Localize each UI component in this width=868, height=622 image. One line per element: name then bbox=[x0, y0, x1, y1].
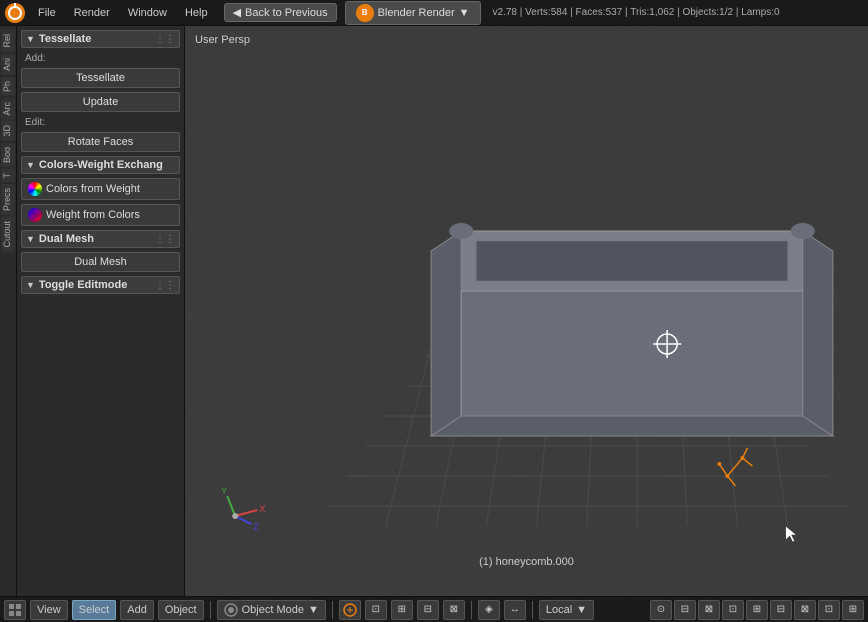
colors-weight-title: Colors-Weight Exchang bbox=[39, 159, 175, 171]
svg-text:X: X bbox=[259, 504, 265, 514]
sidebar-tab-cutout[interactable]: Cutout bbox=[1, 217, 15, 252]
back-to-previous-button[interactable]: ◀ Back to Previous bbox=[224, 3, 337, 22]
colors-weight-collapse-icon: ▼ bbox=[26, 160, 35, 170]
menu-render[interactable]: Render bbox=[66, 5, 118, 21]
blender-logo bbox=[4, 2, 26, 24]
render-engine-dropdown[interactable]: B Blender Render ▼ bbox=[345, 1, 481, 25]
grid-icon bbox=[8, 603, 22, 617]
header-icon-button[interactable] bbox=[4, 600, 26, 620]
overlay-btn-2[interactable]: ⊟ bbox=[674, 600, 696, 620]
tessellate-options-icon: ⋮⋮ bbox=[155, 34, 175, 45]
sidebar-tab-boo[interactable]: Boo bbox=[1, 143, 15, 167]
mode-dropdown[interactable]: Object Mode ▼ bbox=[217, 600, 326, 620]
select-menu-button[interactable]: Select bbox=[72, 600, 117, 620]
svg-text:Z: Z bbox=[253, 522, 259, 532]
colors-weight-section-header[interactable]: ▼ Colors-Weight Exchang bbox=[21, 156, 180, 174]
back-icon: ◀ bbox=[233, 6, 241, 19]
svg-text:Y: Y bbox=[221, 486, 227, 496]
separator-3 bbox=[471, 601, 472, 619]
sidebar-tab-ph[interactable]: Ph bbox=[1, 77, 15, 96]
transform-orient-btn[interactable]: ↔ bbox=[504, 600, 526, 620]
main-area: Rel Ani Ph Arc 3D Boo T Precs Cutout ▼ T… bbox=[0, 26, 868, 596]
pivot-point-btn[interactable]: ◈ bbox=[478, 600, 500, 620]
viewport-shading-wire[interactable]: ⊞ bbox=[391, 600, 413, 620]
overlay-btn-4[interactable]: ⊡ bbox=[722, 600, 744, 620]
viewport-shading-textured[interactable]: ⊠ bbox=[443, 600, 465, 620]
dual-mesh-title: Dual Mesh bbox=[39, 233, 151, 245]
viewport-svg: X Y Z bbox=[185, 26, 868, 596]
menu-window[interactable]: Window bbox=[120, 5, 175, 21]
colors-from-weight-button[interactable]: Colors from Weight bbox=[21, 178, 180, 200]
sidebar-tab-ani[interactable]: Ani bbox=[1, 54, 15, 75]
viewport-shading-solid[interactable]: ⊟ bbox=[417, 600, 439, 620]
mode-icon bbox=[224, 603, 238, 617]
sidebar-tab-rel[interactable]: Rel bbox=[1, 30, 15, 52]
toggle-editmode-title: Toggle Editmode bbox=[39, 279, 151, 291]
colors-from-weight-icon bbox=[28, 182, 42, 196]
mode-arrow: ▼ bbox=[308, 604, 319, 616]
blender-engine-icon: B bbox=[356, 4, 374, 22]
update-button[interactable]: Update bbox=[21, 92, 180, 112]
weight-from-colors-icon bbox=[28, 208, 42, 222]
overlay-btn-1[interactable]: ⊙ bbox=[650, 600, 672, 620]
render-icon bbox=[343, 603, 357, 617]
dual-mesh-button[interactable]: Dual Mesh bbox=[21, 252, 180, 272]
bottom-bar: View Select Add Object Object Mode ▼ ⊡ ⊞… bbox=[0, 596, 868, 622]
layer-dropdown[interactable]: Local ▼ bbox=[539, 600, 594, 620]
tessellate-collapse-icon: ▼ bbox=[26, 34, 35, 44]
tessellate-title: Tessellate bbox=[39, 33, 151, 45]
weight-from-colors-label: Weight from Colors bbox=[46, 209, 140, 221]
render-engine-label: Blender Render bbox=[378, 7, 455, 19]
separator-1 bbox=[210, 601, 211, 619]
sidebar-tab-precs[interactable]: Precs bbox=[1, 184, 15, 215]
layer-arrow: ▼ bbox=[576, 604, 587, 616]
dual-mesh-collapse-icon: ▼ bbox=[26, 234, 35, 244]
add-label: Add: bbox=[21, 52, 180, 65]
render-engine-arrow: ▼ bbox=[459, 7, 470, 19]
dual-mesh-options-icon: ⋮⋮ bbox=[155, 234, 175, 245]
overlay-btn-7[interactable]: ⊠ bbox=[794, 600, 816, 620]
left-sidebar: Rel Ani Ph Arc 3D Boo T Precs Cutout bbox=[0, 26, 17, 596]
overlay-icons: ⊙ ⊟ ⊠ ⊡ ⊞ ⊟ ⊠ ⊡ ⊞ bbox=[650, 600, 864, 620]
render-layer-icon[interactable] bbox=[339, 600, 361, 620]
status-info: v2.78 | Verts:584 | Faces:537 | Tris:1,0… bbox=[485, 7, 864, 18]
separator-2 bbox=[332, 601, 333, 619]
toggle-editmode-options-icon: ⋮⋮ bbox=[155, 280, 175, 291]
add-menu-button[interactable]: Add bbox=[120, 600, 154, 620]
version-info-text: v2.78 | Verts:584 | Faces:537 | Tris:1,0… bbox=[493, 7, 780, 18]
sidebar-tab-t[interactable]: T bbox=[1, 169, 15, 183]
tessellate-section-header[interactable]: ▼ Tessellate ⋮⋮ bbox=[21, 30, 180, 48]
separator-4 bbox=[532, 601, 533, 619]
object-name-label: (1) honeycomb.000 bbox=[479, 556, 574, 568]
viewport-shading-dots[interactable]: ⊡ bbox=[365, 600, 387, 620]
object-menu-button[interactable]: Object bbox=[158, 600, 204, 620]
sidebar-tab-arc[interactable]: Arc bbox=[1, 98, 15, 120]
top-bar: File Render Window Help ◀ Back to Previo… bbox=[0, 0, 868, 26]
menu-bar: File Render Window Help bbox=[30, 5, 216, 21]
tessellate-button[interactable]: Tessellate bbox=[21, 68, 180, 88]
weight-from-colors-button[interactable]: Weight from Colors bbox=[21, 204, 180, 226]
overlay-btn-5[interactable]: ⊞ bbox=[746, 600, 768, 620]
3d-viewport[interactable]: X Y Z bbox=[185, 26, 868, 596]
view-menu-button[interactable]: View bbox=[30, 600, 68, 620]
menu-file[interactable]: File bbox=[30, 5, 64, 21]
overlay-btn-8[interactable]: ⊡ bbox=[818, 600, 840, 620]
toggle-editmode-section-header[interactable]: ▼ Toggle Editmode ⋮⋮ bbox=[21, 276, 180, 294]
back-label: Back to Previous bbox=[245, 7, 328, 19]
menu-help[interactable]: Help bbox=[177, 5, 216, 21]
overlay-btn-3[interactable]: ⊠ bbox=[698, 600, 720, 620]
overlay-btn-6[interactable]: ⊟ bbox=[770, 600, 792, 620]
overlay-btn-9[interactable]: ⊞ bbox=[842, 600, 864, 620]
layer-label: Local bbox=[546, 604, 572, 616]
rotate-faces-button[interactable]: Rotate Faces bbox=[21, 132, 180, 152]
edit-label: Edit: bbox=[21, 116, 180, 129]
tools-panel: ▼ Tessellate ⋮⋮ Add: Tessellate Update E… bbox=[17, 26, 185, 596]
toggle-editmode-collapse-icon: ▼ bbox=[26, 280, 35, 290]
sidebar-tab-3d[interactable]: 3D bbox=[1, 121, 15, 141]
mode-label: Object Mode bbox=[242, 604, 304, 616]
colors-from-weight-label: Colors from Weight bbox=[46, 183, 140, 195]
dual-mesh-section-header[interactable]: ▼ Dual Mesh ⋮⋮ bbox=[21, 230, 180, 248]
